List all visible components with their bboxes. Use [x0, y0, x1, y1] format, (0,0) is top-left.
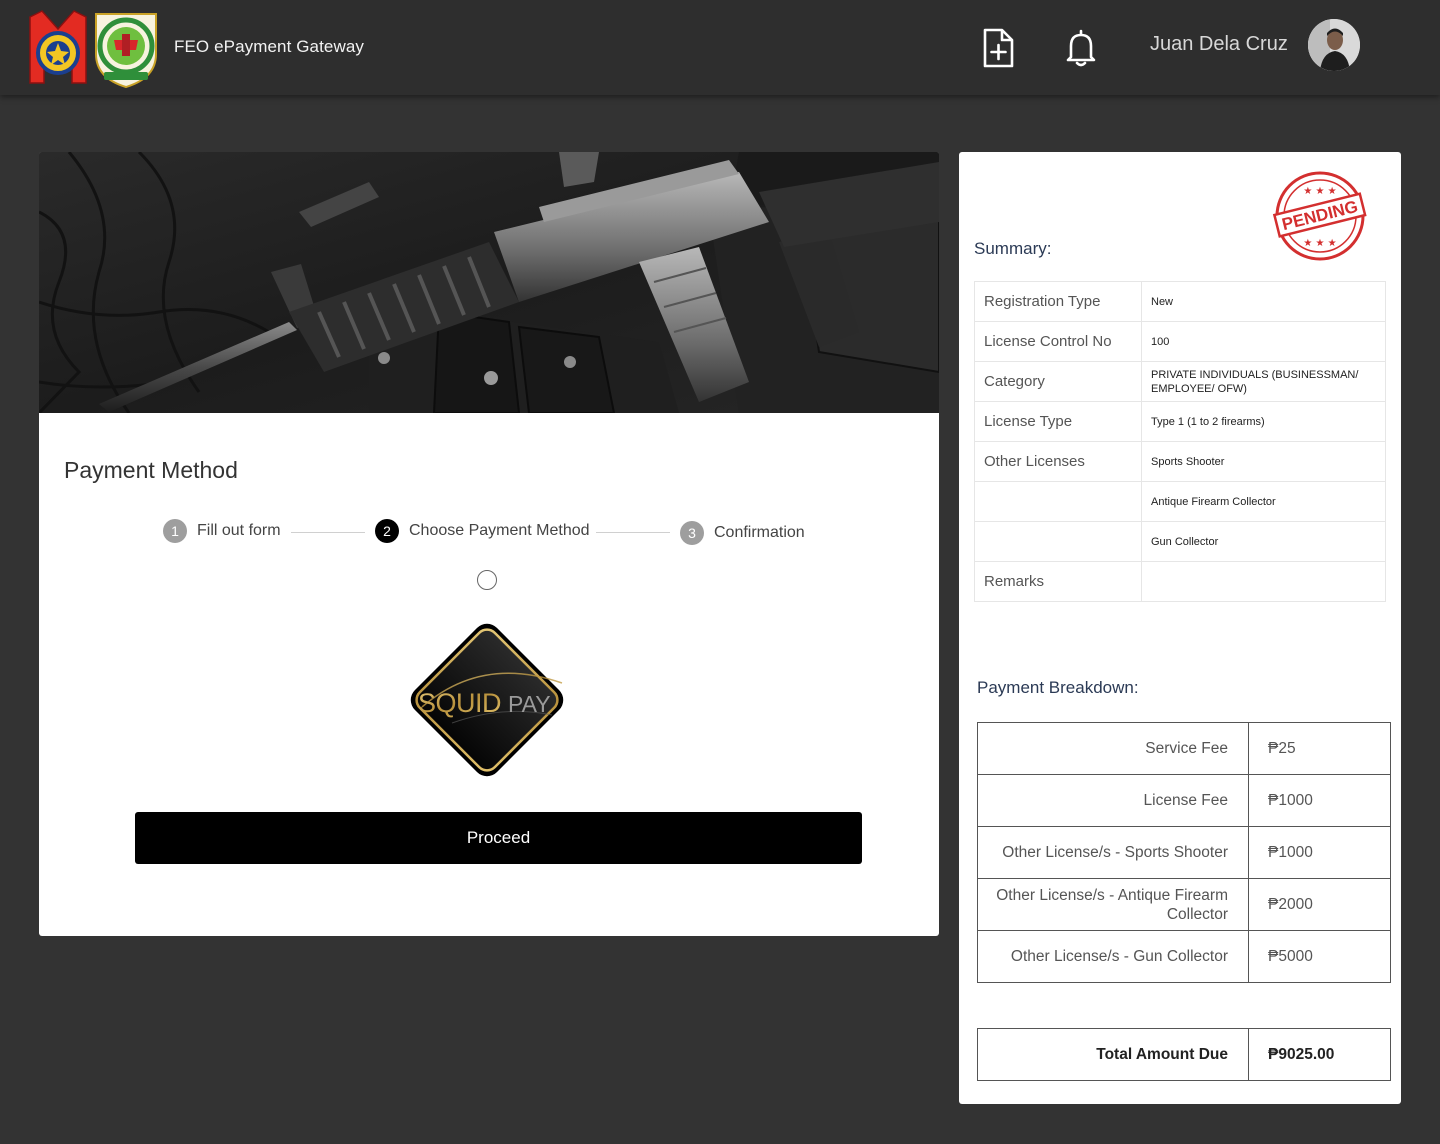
- summary-value: 100: [1141, 321, 1386, 362]
- user-name[interactable]: Juan Dela Cruz: [1150, 33, 1288, 56]
- new-document-icon[interactable]: [980, 28, 1016, 68]
- banner-image: [39, 152, 939, 413]
- top-bar: FEO ePayment Gateway Juan Dela Cruz: [0, 0, 1440, 95]
- summary-value: Antique Firearm Collector: [1141, 481, 1386, 522]
- svg-text:★ ★ ★: ★ ★ ★: [1303, 238, 1336, 249]
- squidpay-logo[interactable]: SQUID PAY: [392, 605, 582, 795]
- step-3-number: 3: [680, 521, 704, 545]
- squidpay-logo-text-pay: PAY: [508, 691, 551, 717]
- total-amount: ₱9025.00: [1248, 1028, 1391, 1081]
- fee-label: Other License/s - Sports Shooter: [977, 826, 1249, 879]
- summary-value: Sports Shooter: [1141, 441, 1386, 482]
- table-row: Other License/s - Sports Shooter ₱1000: [977, 826, 1391, 879]
- table-row: Other Licenses Sports Shooter: [974, 441, 1386, 482]
- table-row: Service Fee ₱25: [977, 722, 1391, 775]
- squidpay-logo-text: SQUID: [418, 688, 501, 718]
- summary-card: ★ ★ ★ ★ ★ ★ PENDING Summary: Registratio…: [959, 152, 1401, 1104]
- feo-logo: [95, 13, 157, 89]
- summary-label: [974, 481, 1142, 522]
- fee-label: Other License/s - Antique Firearm Collec…: [977, 878, 1249, 931]
- pending-stamp: ★ ★ ★ ★ ★ ★ PENDING: [1272, 171, 1367, 261]
- fee-amount: ₱5000: [1248, 930, 1391, 983]
- step-connector: [291, 532, 365, 533]
- user-avatar[interactable]: [1308, 19, 1360, 71]
- table-row: License Control No 100: [974, 321, 1386, 362]
- payment-breakdown-title: Payment Breakdown:: [977, 678, 1139, 697]
- app-title: FEO ePayment Gateway: [174, 37, 365, 56]
- stepper: 1 Fill out form 2 Choose Payment Method …: [39, 518, 939, 548]
- summary-label: Remarks: [974, 561, 1142, 602]
- summary-label: Registration Type: [974, 281, 1142, 322]
- step-1-number: 1: [163, 519, 187, 543]
- total-amount-table: Total Amount Due ₱9025.00: [977, 1028, 1391, 1081]
- table-row: Total Amount Due ₱9025.00: [977, 1028, 1391, 1081]
- summary-value: New: [1141, 281, 1386, 322]
- table-row: License Type Type 1 (1 to 2 firearms): [974, 401, 1386, 442]
- fee-amount: ₱1000: [1248, 774, 1391, 827]
- summary-table: Registration Type New License Control No…: [974, 281, 1386, 602]
- table-row: Registration Type New: [974, 281, 1386, 322]
- step-connector: [596, 532, 670, 533]
- summary-label: Other Licenses: [974, 441, 1142, 482]
- payment-breakdown-table: Service Fee ₱25 License Fee ₱1000 Other …: [977, 722, 1391, 983]
- summary-label: [974, 521, 1142, 562]
- step-3-label: Confirmation: [714, 524, 805, 541]
- fee-label: License Fee: [977, 774, 1249, 827]
- summary-value: [1141, 561, 1386, 602]
- step-2-number: 2: [375, 519, 399, 543]
- bell-icon[interactable]: [1063, 28, 1099, 68]
- fee-amount: ₱2000: [1248, 878, 1391, 931]
- summary-value: Gun Collector: [1141, 521, 1386, 562]
- summary-title: Summary:: [974, 239, 1052, 258]
- payment-method-title: Payment Method: [64, 457, 238, 483]
- table-row: Category PRIVATE INDIVIDUALS (BUSINESSMA…: [974, 361, 1386, 402]
- fee-amount: ₱1000: [1248, 826, 1391, 879]
- total-label: Total Amount Due: [977, 1028, 1249, 1081]
- fee-label: Other License/s - Gun Collector: [977, 930, 1249, 983]
- summary-label: License Type: [974, 401, 1142, 442]
- pnp-logo: [29, 10, 87, 84]
- svg-text:★ ★ ★: ★ ★ ★: [1303, 186, 1336, 197]
- table-row: Other License/s - Gun Collector ₱5000: [977, 930, 1391, 983]
- fee-amount: ₱25: [1248, 722, 1391, 775]
- summary-label: Category: [974, 361, 1142, 402]
- proceed-button[interactable]: Proceed: [135, 812, 862, 864]
- payment-card: Payment Method 1 Fill out form 2 Choose …: [39, 152, 939, 936]
- step-1-label: Fill out form: [197, 522, 281, 539]
- table-row: Other License/s - Antique Firearm Collec…: [977, 878, 1391, 931]
- fee-label: Service Fee: [977, 722, 1249, 775]
- step-2-label: Choose Payment Method: [409, 522, 590, 539]
- table-row: Antique Firearm Collector: [974, 481, 1386, 522]
- table-row: Remarks: [974, 561, 1386, 602]
- table-row: Gun Collector: [974, 521, 1386, 562]
- squidpay-radio[interactable]: [477, 570, 497, 590]
- summary-value: Type 1 (1 to 2 firearms): [1141, 401, 1386, 442]
- summary-value: PRIVATE INDIVIDUALS (BUSINESSMAN/ EMPLOY…: [1141, 361, 1386, 402]
- summary-label: License Control No: [974, 321, 1142, 362]
- table-row: License Fee ₱1000: [977, 774, 1391, 827]
